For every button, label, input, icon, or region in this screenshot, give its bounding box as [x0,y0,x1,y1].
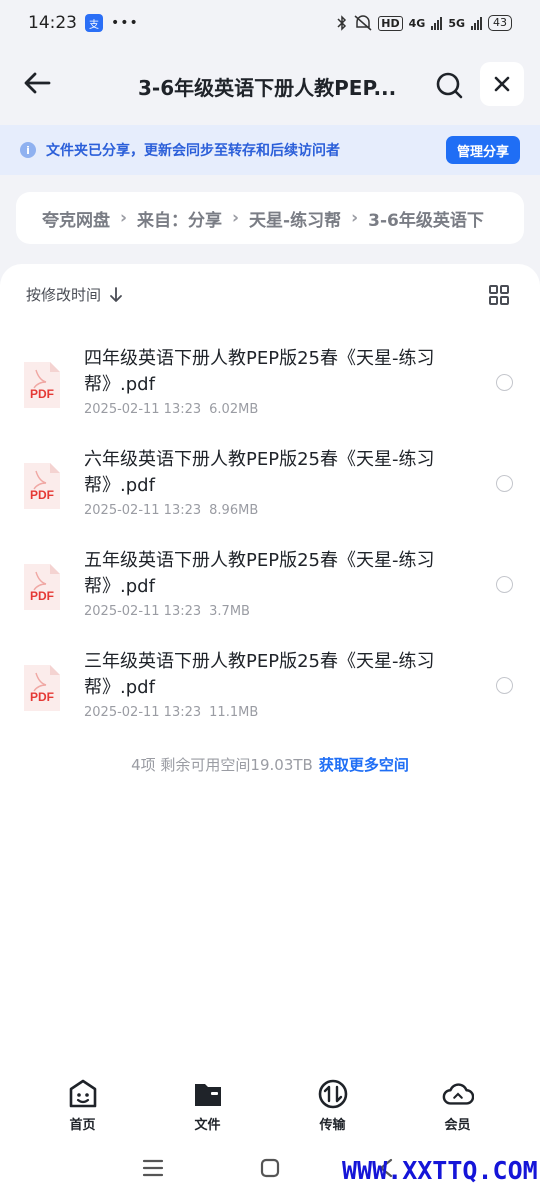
sort-label: 按修改时间 [26,286,102,304]
battery-icon: 43 [488,15,512,31]
select-radio[interactable] [496,677,513,694]
status-bar: 14:23 支 ••• HD 4G 5G 43 [0,0,540,46]
file-date: 2025-02-11 13:23 [84,705,202,720]
folder-icon [192,1078,224,1110]
file-meta: 2025-02-11 13:23 11.1MB [84,705,258,720]
breadcrumb-root[interactable]: 夸克网盘 [42,206,110,231]
pdf-file-icon: PDF [24,564,60,610]
file-size: 8.96MB [209,503,259,518]
file-meta: 2025-02-11 13:23 8.96MB [84,503,258,518]
select-radio[interactable] [496,475,513,492]
file-row[interactable]: PDF 六年级英语下册人教PEP版25春《天星-练习帮》.pdf 2025-02… [0,439,540,539]
breadcrumb-share[interactable]: 来自：分享 [137,206,222,231]
transfer-icon [317,1078,349,1110]
file-list-panel: 按修改时间 PDF 四年级英语下册人教PEP版25春《天星-练习帮》.pdf 2… [0,264,540,1070]
storage-summary: 4项 剩余可用空间19.03TB 获取更多空间 [0,754,540,775]
file-name: 三年级英语下册人教PEP版25春《天星-练习帮》.pdf [84,651,435,698]
svg-text:PDF: PDF [30,589,54,603]
svg-text:PDF: PDF [30,488,54,502]
recents-menu-icon[interactable] [142,1158,164,1178]
alipay-app-icon: 支 [85,14,103,32]
select-radio[interactable] [496,576,513,593]
more-notifications-icon: ••• [111,15,139,31]
watermark: WWW.XXTTQ.COM [342,1156,538,1185]
back-button[interactable] [20,66,54,100]
signal-icon [431,16,443,30]
info-icon: i [20,142,36,158]
hd-icon: HD [378,15,403,31]
grid-view-icon [489,285,509,305]
share-banner-text: 文件夹已分享，更新会同步至转存和后续访问者 [46,143,340,159]
nav-member[interactable]: 会员 [395,1070,520,1142]
page-title: 3-6年级英语下册人教PEP... [138,76,397,100]
file-name: 四年级英语下册人教PEP版25春《天星-练习帮》.pdf [84,348,435,395]
nav-member-label: 会员 [444,1118,471,1133]
chevron-right-icon: › [232,208,240,228]
file-date: 2025-02-11 13:23 [84,402,202,417]
mute-icon [354,15,372,31]
bottom-nav: 首页 文件 传输 会员 [0,1070,540,1142]
search-icon [436,72,463,99]
get-more-space-link[interactable]: 获取更多空间 [319,756,409,774]
file-row[interactable]: PDF 三年级英语下册人教PEP版25春《天星-练习帮》.pdf 2025-02… [0,641,540,741]
net-4g-label: 4G [408,16,426,30]
signal-icon-2 [471,16,482,30]
nav-transfer[interactable]: 传输 [270,1070,395,1142]
system-nav-bar: WWW.XXTTQ.COM [0,1142,540,1200]
back-arrow-icon [24,72,51,94]
home-square-icon[interactable] [259,1158,281,1178]
chevron-right-icon: › [351,208,359,228]
select-radio[interactable] [496,374,513,391]
file-size: 3.7MB [209,604,250,619]
storage-summary-text: 4项 剩余可用空间19.03TB [131,756,313,774]
close-icon [494,76,510,92]
file-row[interactable]: PDF 四年级英语下册人教PEP版25春《天星-练习帮》.pdf 2025-02… [0,338,540,438]
search-button[interactable] [432,68,466,102]
bluetooth-icon [337,15,347,31]
nav-home-label: 首页 [69,1118,96,1133]
file-size: 11.1MB [209,705,259,720]
grid-view-button[interactable] [488,284,510,306]
manage-share-button[interactable]: 管理分享 [446,136,520,164]
top-header: 3-6年级英语下册人教PEP... [0,52,540,118]
file-date: 2025-02-11 13:23 [84,503,202,518]
arrow-down-icon [110,286,122,302]
svg-text:PDF: PDF [30,387,54,401]
file-meta: 2025-02-11 13:23 3.7MB [84,604,250,619]
breadcrumb-folder[interactable]: 天星-练习帮 [249,206,341,231]
breadcrumb-current[interactable]: 3-6年级英语下 [368,206,484,231]
file-name: 五年级英语下册人教PEP版25春《天星-练习帮》.pdf [84,550,435,597]
file-size: 6.02MB [209,402,259,417]
breadcrumb: 夸克网盘 › 来自：分享 › 天星-练习帮 › 3-6年级英语下 [16,192,524,244]
sort-control[interactable]: 按修改时间 [26,284,123,305]
pdf-file-icon: PDF [24,665,60,711]
pdf-file-icon: PDF [24,362,60,408]
net-5g-label: 5G [448,16,465,30]
file-date: 2025-02-11 13:23 [84,604,202,619]
status-indicators: HD 4G 5G 43 [336,15,512,31]
nav-files[interactable]: 文件 [145,1070,270,1142]
status-time: 14:23 [28,13,77,33]
nav-files-label: 文件 [194,1118,221,1133]
close-button[interactable] [480,62,524,106]
file-name: 六年级英语下册人教PEP版25春《天星-练习帮》.pdf [84,449,435,496]
nav-home[interactable]: 首页 [20,1070,145,1142]
chevron-right-icon: › [120,208,128,228]
pdf-file-icon: PDF [24,463,60,509]
home-face-icon [67,1078,99,1110]
file-meta: 2025-02-11 13:23 6.02MB [84,402,258,417]
svg-text:PDF: PDF [30,690,54,704]
nav-transfer-label: 传输 [319,1118,346,1133]
cloud-member-icon [442,1078,474,1110]
file-row[interactable]: PDF 五年级英语下册人教PEP版25春《天星-练习帮》.pdf 2025-02… [0,540,540,640]
share-banner: i 文件夹已分享，更新会同步至转存和后续访问者 管理分享 [0,125,540,175]
